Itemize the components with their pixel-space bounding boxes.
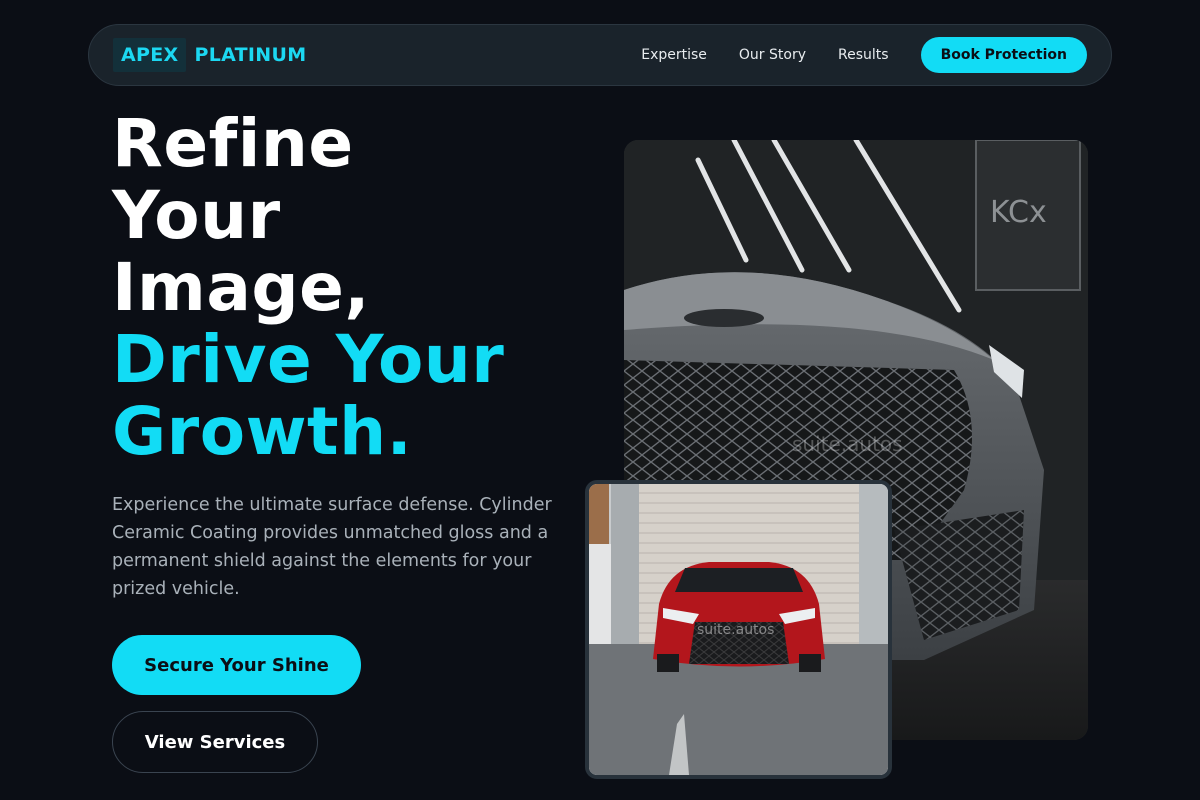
hero-title: Refine Your Image, Drive Your Growth. bbox=[112, 108, 592, 468]
brand-logo[interactable]: APEX PLATINUM bbox=[113, 38, 306, 72]
svg-text:KCx: KCx bbox=[990, 195, 1047, 230]
hero-title-line: Your bbox=[112, 177, 281, 254]
nav-link-results[interactable]: Results bbox=[838, 47, 889, 63]
logo-platinum: PLATINUM bbox=[194, 44, 307, 66]
secure-your-shine-button[interactable]: Secure Your Shine bbox=[112, 635, 361, 695]
nav-links: Expertise Our Story Results Book Protect… bbox=[641, 37, 1087, 73]
hero-title-accent-line: Growth. bbox=[112, 393, 413, 470]
image-watermark: suite.autos bbox=[697, 622, 775, 638]
view-services-button[interactable]: View Services bbox=[112, 711, 318, 773]
hero-description: Experience the ultimate surface defense.… bbox=[112, 495, 552, 599]
hero-title-line: Refine bbox=[112, 105, 354, 182]
hero-title-line: Image, bbox=[112, 249, 370, 326]
logo-apex: APEX bbox=[113, 38, 187, 72]
image-watermark: suite.autos bbox=[792, 432, 903, 456]
nav-link-expertise[interactable]: Expertise bbox=[641, 47, 707, 63]
hero-title-accent-line: Drive Your bbox=[112, 321, 505, 398]
hero-image-red-car: suite.autos bbox=[585, 480, 892, 779]
book-protection-button[interactable]: Book Protection bbox=[920, 37, 1087, 73]
nav-link-our-story[interactable]: Our Story bbox=[739, 47, 806, 63]
top-nav: APEX PLATINUM Expertise Our Story Result… bbox=[88, 24, 1112, 86]
